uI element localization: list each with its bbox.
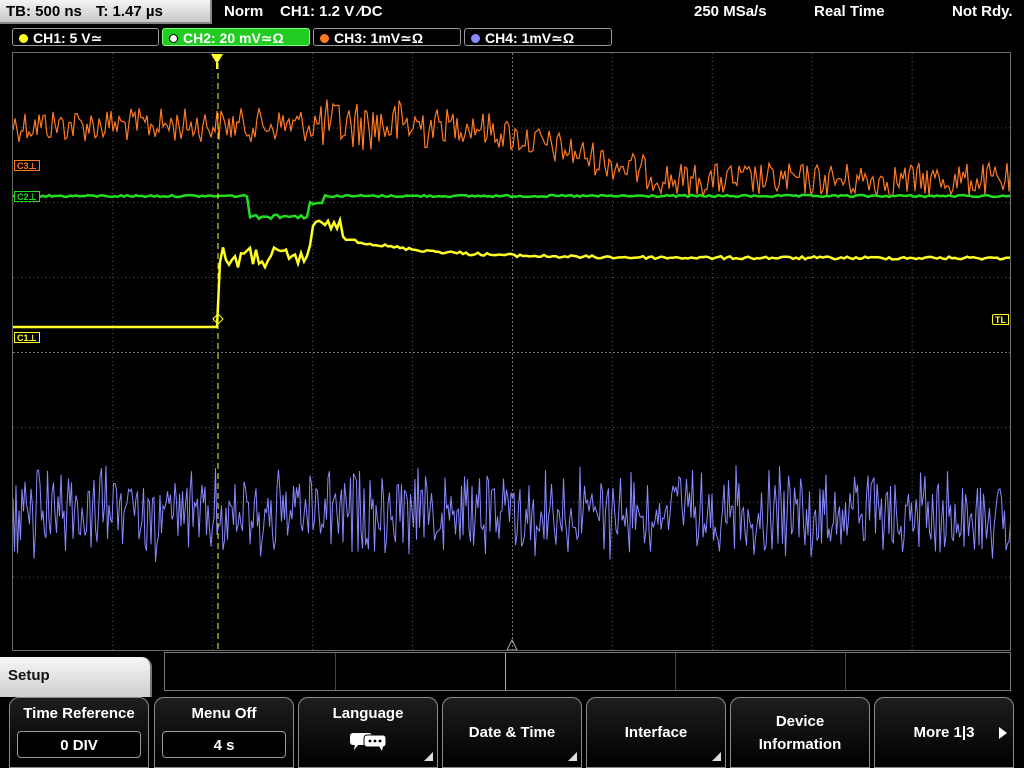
language-softkey[interactable]: Language <box>298 697 438 768</box>
channel-tab-ch1[interactable]: CH1: 5 V≃ <box>12 28 159 46</box>
trigger-position-value: T: 1.47 µs <box>95 3 163 20</box>
trigger-level-marker[interactable]: TL <box>992 314 1009 325</box>
ch4-color-dot <box>471 34 480 43</box>
arrow-right-icon <box>999 727 1007 739</box>
ch1-color-dot <box>19 34 28 43</box>
waveform-display[interactable]: C3⊥ C2⊥ C1⊥ TL <box>12 52 1011 651</box>
speech-bubbles-icon <box>350 733 387 751</box>
strip-divider <box>335 653 336 690</box>
menu-title: Setup <box>0 657 152 697</box>
graticule <box>13 53 1010 650</box>
softkey-label: Time Reference <box>23 705 135 722</box>
channel-tab-label: CH1: 5 V≃ <box>33 30 103 46</box>
waveform-canvas <box>13 53 1010 650</box>
softkey-label-line1: Device <box>775 713 825 730</box>
trigger-level-label: TL <box>995 315 1006 325</box>
submenu-indicator-icon <box>424 752 433 761</box>
time-reference-icon <box>506 639 518 650</box>
channel-tab-ch3[interactable]: CH3: 1mV≃Ω <box>313 28 461 46</box>
more-softkey[interactable]: More 1|3 <box>874 697 1014 768</box>
time-reference-value: 0 DIV <box>17 731 141 758</box>
trigger-setting[interactable]: CH1: 1.2 V ∕DC <box>280 0 383 24</box>
interface-softkey[interactable]: Interface <box>586 697 726 768</box>
ch1-ground-marker[interactable]: C1⊥ <box>14 332 40 343</box>
ch3-color-dot <box>320 34 329 43</box>
ch3-marker-label: C3 <box>17 161 29 171</box>
acquisition-status: Not Rdy. <box>952 3 1013 20</box>
channel-tab-label: CH3: 1mV≃Ω <box>334 30 424 46</box>
submenu-indicator-icon <box>712 752 721 761</box>
softkey-label: Language <box>332 705 404 722</box>
date-time-softkey[interactable]: Date & Time <box>442 697 582 768</box>
channel-tab-label: CH4: 1mV≃Ω <box>485 30 575 46</box>
submenu-indicator-icon <box>568 752 577 761</box>
strip-divider <box>845 653 846 690</box>
acquisition-mode[interactable]: Norm <box>224 0 263 24</box>
ch1-marker-label: C1 <box>17 333 29 343</box>
ch2-ground-marker[interactable]: C2⊥ <box>14 191 40 202</box>
timebase-box[interactable]: TB: 500 ns T: 1.47 µs <box>0 0 212 24</box>
channel-tab-label: CH2: 20 mV≃Ω <box>183 30 284 46</box>
ch2-marker-label: C2 <box>17 192 29 202</box>
strip-divider <box>675 653 676 690</box>
ch3-ground-marker[interactable]: C3⊥ <box>14 160 40 171</box>
timebase-value: TB: 500 ns <box>6 3 82 20</box>
acquisition-realtime: Real Time <box>814 3 885 20</box>
overview-strip <box>164 652 1011 691</box>
softkey-label: Menu Off <box>191 705 257 722</box>
channel-tab-ch4[interactable]: CH4: 1mV≃Ω <box>464 28 612 46</box>
channel-tab-ch2[interactable]: CH2: 20 mV≃Ω <box>162 28 310 46</box>
softkey-label: Date & Time <box>468 724 556 741</box>
device-information-softkey[interactable]: Device Information <box>730 697 870 768</box>
softkey-label: Interface <box>624 724 688 741</box>
menu-off-value: 4 s <box>162 731 286 758</box>
sample-rate: 250 MSa/s <box>694 3 767 20</box>
ch2-color-dot <box>169 34 178 43</box>
softkey-label-line2: Information <box>758 736 842 753</box>
time-reference-softkey[interactable]: Time Reference 0 DIV <box>9 697 149 768</box>
softkey-label: More 1|3 <box>913 724 975 741</box>
status-bar: TB: 500 ns T: 1.47 µs Norm CH1: 1.2 V ∕DC… <box>0 0 1024 26</box>
trigger-position-icon[interactable] <box>210 53 224 69</box>
strip-divider <box>505 653 506 690</box>
menu-off-softkey[interactable]: Menu Off 4 s <box>154 697 294 768</box>
